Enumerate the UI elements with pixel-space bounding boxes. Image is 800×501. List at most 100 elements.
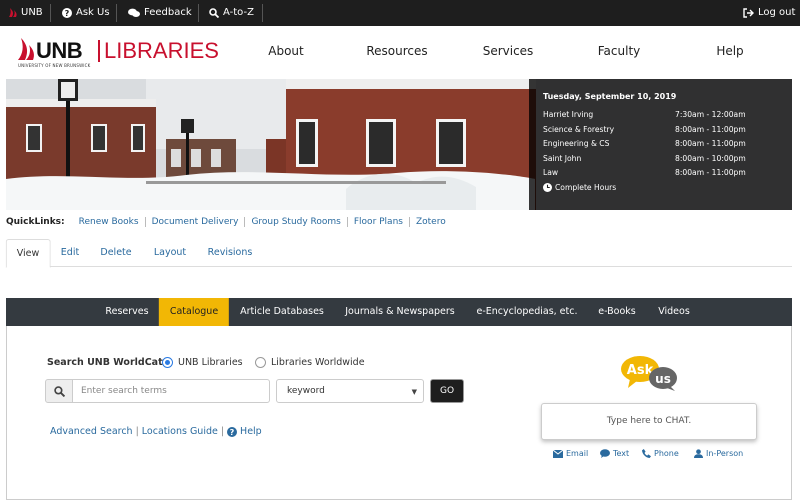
unb-libraries-logo[interactable]: UNB LIBRARIES UNIVERSITY OF NEW BRUNSWIC…: [16, 36, 221, 70]
ask-us-logo: Ask us: [621, 356, 677, 391]
divider: [116, 4, 117, 22]
contact-phone-label: Phone: [654, 449, 679, 458]
ask-us-label: Ask Us: [76, 7, 110, 18]
search-tab-videos[interactable]: Videos: [658, 298, 690, 326]
tab-layout[interactable]: Layout: [154, 239, 186, 267]
unb-flame-icon: [9, 8, 17, 17]
contact-email-link[interactable]: Email: [553, 449, 588, 458]
hours-time: 7:30am - 12:00am: [675, 110, 746, 119]
svg-text:?: ?: [230, 428, 235, 437]
tab-edit[interactable]: Edit: [61, 239, 79, 267]
quicklink-group-study-rooms[interactable]: Group Study Rooms: [245, 217, 348, 227]
complete-hours-label: Complete Hours: [555, 182, 617, 192]
tab-delete[interactable]: Delete: [100, 239, 131, 267]
nav-services[interactable]: Services: [483, 44, 534, 58]
search-addon: [45, 379, 73, 403]
hours-row: Engineering & CS 8:00am - 11:00pm: [543, 139, 792, 154]
ask-us-logo-us: us: [655, 372, 671, 386]
quicklink-document-delivery[interactable]: Document Delivery: [146, 217, 246, 227]
link-separator: |: [220, 426, 225, 437]
nav-faculty[interactable]: Faculty: [598, 44, 641, 58]
quicklink-renew-books[interactable]: Renew Books: [73, 217, 146, 227]
radio-unb-libraries[interactable]: UNB Libraries: [162, 357, 243, 368]
tab-revisions[interactable]: Revisions: [208, 239, 253, 267]
question-circle-icon: ?: [227, 426, 238, 437]
phone-icon: [642, 449, 651, 458]
search-icon: [209, 8, 219, 18]
atoz-label: A-to-Z: [223, 7, 254, 18]
radio-libraries-worldwide-label: Libraries Worldwide: [271, 357, 365, 368]
link-separator: |: [135, 426, 139, 437]
complete-hours-link[interactable]: Complete Hours: [543, 182, 792, 192]
advanced-search-link[interactable]: Advanced Search: [50, 426, 133, 437]
hours-time: 8:00am - 11:00pm: [675, 124, 746, 134]
search-tab-e-books[interactable]: e-Books: [598, 298, 636, 326]
hours-time: 8:00am - 10:00pm: [675, 153, 746, 163]
question-circle-icon: ?: [62, 8, 72, 18]
feedback-link[interactable]: Feedback: [128, 0, 192, 26]
search-tab-article-databases[interactable]: Article Databases: [240, 298, 324, 326]
radio-unb-libraries-label: UNB Libraries: [178, 357, 243, 368]
contact-phone-link[interactable]: Phone: [642, 449, 679, 458]
hours-library-name: Saint John: [543, 153, 582, 163]
locations-guide-link[interactable]: Locations Guide: [142, 426, 218, 437]
quicklink-floor-plans[interactable]: Floor Plans: [348, 217, 410, 227]
site-header: UNB LIBRARIES UNIVERSITY OF NEW BRUNSWIC…: [0, 26, 800, 78]
logout-label: Log out: [758, 7, 796, 18]
unb-link[interactable]: UNB: [8, 0, 43, 26]
divider: [50, 4, 51, 22]
contact-text-link[interactable]: Text: [600, 449, 629, 458]
search-icon: [53, 385, 65, 397]
nav-about[interactable]: About: [268, 44, 303, 58]
search-tab-e-encyclopedias[interactable]: e-Encyclopedias, etc.: [477, 298, 578, 326]
search-tab-catalogue[interactable]: Catalogue: [158, 298, 230, 326]
hours-library-name: Law: [543, 168, 559, 177]
search-help-links: Advanced Search | Locations Guide | ? He…: [50, 426, 262, 437]
hours-library-name: Science & Forestry: [543, 124, 615, 134]
tab-view[interactable]: View: [5, 239, 51, 268]
search-tab-journals-newspapers[interactable]: Journals & Newspapers: [345, 298, 455, 326]
contact-in-person-link[interactable]: In-Person: [694, 449, 743, 458]
atoz-link[interactable]: A-to-Z: [209, 0, 254, 26]
envelope-icon: [553, 449, 563, 458]
clock-icon: [543, 182, 552, 192]
hours-date: Tuesday, September 10, 2019: [543, 92, 677, 101]
search-tab-reserves[interactable]: Reserves: [105, 298, 148, 326]
radio-libraries-worldwide-control[interactable]: [255, 357, 266, 368]
search-type-select[interactable]: keyword ▼: [276, 379, 424, 403]
hours-row: Harriet Irving 7:30am - 12:00am: [543, 110, 792, 125]
admin-tabs: View Edit Delete Layout Revisions: [5, 239, 792, 268]
quicklinks-bar: QuickLinks: Renew Books Document Deliver…: [6, 215, 452, 229]
search-input[interactable]: [72, 379, 270, 403]
quicklink-zotero[interactable]: Zotero: [410, 217, 452, 227]
divider: [262, 4, 263, 22]
chevron-down-icon: ▼: [411, 388, 417, 396]
hours-row: Law 8:00am - 11:00pm: [543, 168, 792, 183]
feedback-label: Feedback: [144, 7, 192, 18]
go-button[interactable]: GO: [430, 379, 464, 403]
chat-input[interactable]: Type here to CHAT.: [541, 403, 757, 440]
logout-link[interactable]: Log out: [743, 0, 795, 26]
hours-library-name: Engineering & CS: [543, 139, 610, 148]
contact-in-person-label: In-Person: [706, 449, 744, 458]
radio-libraries-worldwide[interactable]: Libraries Worldwide: [255, 357, 365, 368]
chat-bubble-icon: [600, 449, 610, 458]
worldcat-search-label: Search UNB WorldCat:: [47, 357, 167, 368]
quicklinks-label: QuickLinks:: [6, 217, 65, 227]
help-link[interactable]: ? Help: [227, 426, 262, 437]
logo-unb-text: UNB: [36, 38, 83, 63]
svg-text:?: ?: [65, 9, 70, 18]
radio-unb-libraries-control[interactable]: [162, 357, 173, 368]
nav-help[interactable]: Help: [716, 44, 743, 58]
logo-subtitle: UNIVERSITY OF NEW BRUNSWICK: [18, 63, 91, 68]
user-icon: [694, 449, 703, 458]
divider: [198, 4, 199, 22]
hours-time: 8:00am - 11:00pm: [675, 168, 746, 177]
unb-label: UNB: [21, 7, 43, 18]
hours-time: 8:00am - 11:00pm: [675, 139, 746, 148]
nav-resources[interactable]: Resources: [366, 44, 427, 58]
help-label: Help: [240, 426, 262, 437]
logo-divider: [98, 40, 100, 62]
ask-us-link[interactable]: ? Ask Us: [62, 0, 110, 26]
contact-email-label: Email: [566, 449, 589, 458]
